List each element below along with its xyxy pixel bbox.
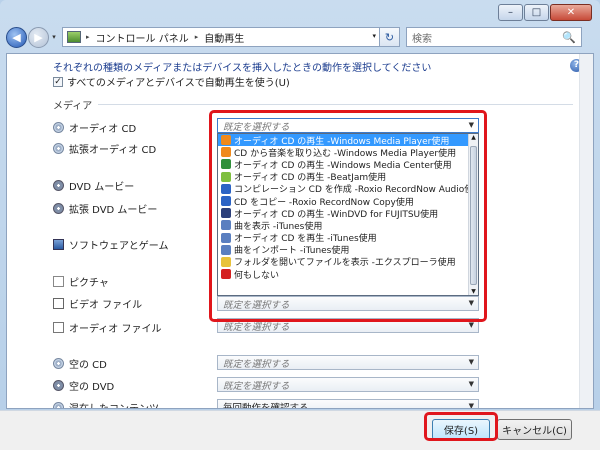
content-panel: ? それぞれの種類のメディアまたはデバイスを挿入したときの動作を選択してください… <box>6 53 594 409</box>
pictures-icon <box>53 276 64 287</box>
audio-cd-icon <box>53 122 64 133</box>
instruction-text: それぞれの種類のメディアまたはデバイスを挿入したときの動作を選択してください <box>53 63 432 74</box>
dialog-footer: 保存(S) キャンセル(C) <box>0 410 600 450</box>
select-value: 毎回動作を確認する <box>223 402 309 409</box>
blank-cd-icon <box>53 358 64 369</box>
media-row-enhanced-audio-cd: 拡張オーディオ CD <box>53 141 156 156</box>
panel-scrollbar[interactable] <box>579 54 593 408</box>
dvd-movie-icon <box>53 180 64 191</box>
media-label: 拡張 DVD ムービー <box>69 205 158 216</box>
mixed-content-select[interactable]: 毎回動作を確認する ▼ <box>217 399 479 409</box>
search-icon[interactable]: 🔍 <box>562 31 576 44</box>
media-row-mixed-content: 混在したコンテンツ <box>53 400 159 408</box>
mixed-content-icon <box>53 402 64 408</box>
recent-pages-dropdown[interactable]: ▾ <box>49 33 59 41</box>
media-label: DVD ムービー <box>69 182 135 193</box>
enhanced-dvd-movie-icon <box>53 203 64 214</box>
use-autoplay-checkbox[interactable]: ✓ すべてのメディアとデバイスで自動再生を使う(U) <box>53 74 290 89</box>
section-label: メディア <box>53 101 93 112</box>
media-label: ピクチャ <box>69 278 109 289</box>
search-input[interactable]: 検索 🔍 <box>406 27 582 47</box>
forward-button[interactable]: ▶ <box>28 26 49 48</box>
media-label: 拡張オーディオ CD <box>69 145 157 156</box>
use-autoplay-label: すべてのメディアとデバイスで自動再生を使う(U) <box>67 78 290 89</box>
back-button[interactable]: ◀ <box>6 26 27 48</box>
chevron-down-icon[interactable]: ▼ <box>469 380 474 388</box>
section-divider <box>98 104 573 105</box>
refresh-button[interactable]: ↻ <box>380 27 400 47</box>
media-row-video-files: ビデオ ファイル <box>53 296 142 311</box>
blank-dvd-select[interactable]: 既定を選択する ▼ <box>217 377 479 392</box>
highlight-frame-save <box>424 412 498 441</box>
search-placeholder: 検索 <box>412 33 432 45</box>
blank-cd-select[interactable]: 既定を選択する ▼ <box>217 355 479 370</box>
close-button[interactable]: ✕ <box>550 4 592 21</box>
breadcrumb: ▸ コントロール パネル ▸ 自動再生 <box>84 30 244 45</box>
enhanced-audio-cd-icon <box>53 143 64 154</box>
media-label: 空の CD <box>69 360 107 371</box>
media-row-blank-dvd: 空の DVD <box>53 378 114 393</box>
cancel-button[interactable]: キャンセル(C) <box>497 419 572 440</box>
select-value: 既定を選択する <box>223 299 290 311</box>
audio-files-icon <box>53 322 64 333</box>
media-label: オーディオ CD <box>69 124 137 135</box>
media-row-audio-files: オーディオ ファイル <box>53 320 161 335</box>
chevron-down-icon[interactable]: ▼ <box>469 321 474 329</box>
software-games-icon <box>53 239 64 250</box>
media-label: オーディオ ファイル <box>69 324 162 335</box>
checkbox-box[interactable]: ✓ <box>53 76 63 87</box>
caption-buttons: – □ ✕ <box>498 4 592 21</box>
blank-dvd-icon <box>53 380 64 391</box>
maximize-button[interactable]: □ <box>524 4 549 21</box>
breadcrumb-separator[interactable]: ▸ <box>86 33 90 41</box>
media-label: 混在したコンテンツ <box>69 400 159 408</box>
minimize-button[interactable]: – <box>498 4 523 21</box>
chevron-down-icon[interactable]: ▼ <box>469 299 474 307</box>
chevron-down-icon[interactable]: ▼ <box>469 402 474 408</box>
media-row-audio-cd: オーディオ CD <box>53 120 136 135</box>
breadcrumb-separator[interactable]: ▸ <box>195 33 199 41</box>
navigation-bar: ◀ ▶ ▾ ▸ コントロール パネル ▸ 自動再生 ▾ ↻ 検索 🔍 <box>6 25 594 49</box>
chevron-down-icon[interactable]: ▼ <box>469 358 474 366</box>
media-label: ソフトウェアとゲーム <box>69 241 169 252</box>
select-value: 既定を選択する <box>223 358 290 370</box>
media-row-blank-cd: 空の CD <box>53 356 107 371</box>
media-row-dvd-movie: DVD ムービー <box>53 178 134 193</box>
media-label: ビデオ ファイル <box>69 300 143 311</box>
media-row-pictures: ピクチャ <box>53 274 109 289</box>
breadcrumb-autoplay[interactable]: 自動再生 <box>204 30 244 45</box>
media-row-software-games: ソフトウェアとゲーム <box>53 237 169 252</box>
video-files-icon <box>53 298 64 309</box>
breadcrumb-control-panel[interactable]: コントロール パネル <box>96 30 189 45</box>
control-panel-icon <box>67 31 81 43</box>
select-value: 既定を選択する <box>223 380 290 392</box>
address-bar[interactable]: ▸ コントロール パネル ▸ 自動再生 ▾ <box>62 27 380 47</box>
highlight-frame-dropdown <box>209 110 487 322</box>
media-label: 空の DVD <box>69 382 115 393</box>
address-dropdown-icon[interactable]: ▾ <box>372 32 376 40</box>
video-files-select[interactable]: 既定を選択する ▼ <box>217 296 479 311</box>
media-row-enhanced-dvd-movie: 拡張 DVD ムービー <box>53 201 157 216</box>
